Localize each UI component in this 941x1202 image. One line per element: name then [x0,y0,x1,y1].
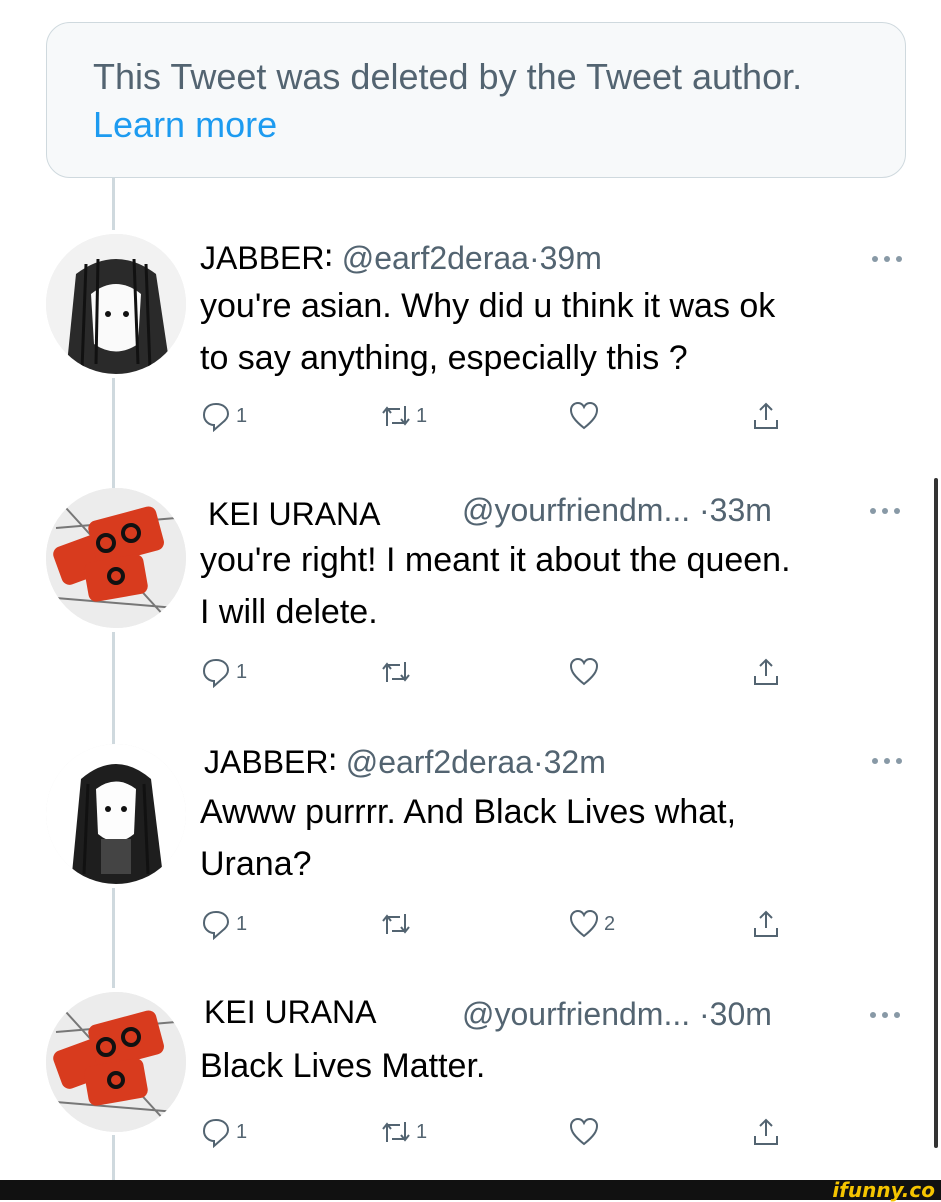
retweet-icon [382,914,410,934]
avatar[interactable] [46,744,186,884]
retweet-count: 1 [416,404,428,427]
more-icon[interactable] [868,1010,902,1020]
retweet-button[interactable]: 1 [380,396,427,436]
reply-button[interactable]: 1 [200,904,247,944]
timestamp[interactable]: 39m [540,240,602,276]
retweet-icon [382,406,410,426]
avatar[interactable] [46,234,186,374]
share-button[interactable] [750,1112,782,1152]
user-handle[interactable]: @earf2deraa [346,744,533,780]
thread-line [112,888,115,988]
tweet-actions: 1 2 [200,904,800,944]
reply-button[interactable]: 1 [200,396,247,436]
tweet-actions: 1 1 [200,1112,800,1152]
reply-icon [202,658,230,688]
share-button[interactable] [750,396,782,436]
thread-line [112,632,115,744]
retweet-button[interactable] [380,652,416,692]
tweet-actions: 1 [200,652,800,692]
deleted-tweet-notice: This Tweet was deleted by the Tweet auth… [46,22,906,178]
timestamp[interactable]: 30m [710,996,772,1032]
thread-line [112,378,115,488]
separator-dot: · [532,744,544,780]
share-button[interactable] [750,904,782,944]
reply-button[interactable]: 1 [200,652,247,692]
display-name[interactable]: KEI URANA [204,994,376,1030]
watermark-logo: ifunny.co [832,1178,935,1202]
more-icon[interactable] [870,254,904,264]
share-button[interactable] [750,652,782,692]
retweet-count: 1 [416,1120,428,1143]
thread-line [112,178,115,230]
like-count: 2 [604,912,616,935]
reply-icon [202,402,230,432]
retweet-icon [382,662,410,682]
display-name[interactable]: KEI URANA [208,496,380,532]
separator-dot: · [699,996,710,1032]
display-name[interactable]: JABBER∶ [204,744,337,780]
reply-count: 1 [236,404,248,427]
share-icon [754,910,778,937]
tweet-text: Black Lives Matter. [200,1047,486,1085]
tweet-text: Awww purrrr. And Black Lives what, Urana… [200,793,737,883]
share-icon [754,402,778,429]
display-name[interactable]: JABBER∶ [200,240,333,276]
separator-dot: · [699,492,710,528]
like-button[interactable] [568,652,604,692]
tweet-text: you're asian. Why did u think it was ok … [200,287,776,377]
reply-count: 1 [236,660,248,683]
avatar[interactable] [46,488,186,628]
more-icon[interactable] [868,506,902,516]
like-button[interactable] [568,1112,604,1152]
avatar[interactable] [46,992,186,1132]
user-handle[interactable]: @yourfriendm... [462,492,690,528]
reply-count: 1 [236,1120,248,1143]
retweet-button[interactable] [380,904,416,944]
user-handle[interactable]: @yourfriendm... [462,996,690,1032]
thread-line [112,1135,115,1180]
retweet-icon [382,1122,410,1142]
reply-icon [202,1118,230,1148]
tweet-actions: 1 1 [200,396,800,436]
reply-button[interactable]: 1 [200,1112,247,1152]
scrollbar[interactable] [934,478,938,1148]
heart-icon [569,909,599,938]
reply-count: 1 [236,912,248,935]
share-icon [754,1118,778,1145]
like-button[interactable] [568,396,604,436]
timestamp[interactable]: 33m [710,492,772,528]
heart-icon [569,657,599,686]
learn-more-link[interactable]: Learn more [93,104,277,145]
like-button[interactable]: 2 [568,904,615,944]
reply-icon [202,910,230,940]
share-icon [754,658,778,685]
more-icon[interactable] [870,756,904,766]
heart-icon [569,1117,599,1146]
heart-icon [569,401,599,430]
footer-bar [0,1180,941,1200]
tweet-text: you're right! I meant it about the queen… [200,541,791,631]
separator-dot: · [528,240,540,276]
timestamp[interactable]: 32m [544,744,606,780]
retweet-button[interactable]: 1 [380,1112,427,1152]
user-handle[interactable]: @earf2deraa [342,240,529,276]
deleted-notice-text: This Tweet was deleted by the Tweet auth… [93,56,803,97]
